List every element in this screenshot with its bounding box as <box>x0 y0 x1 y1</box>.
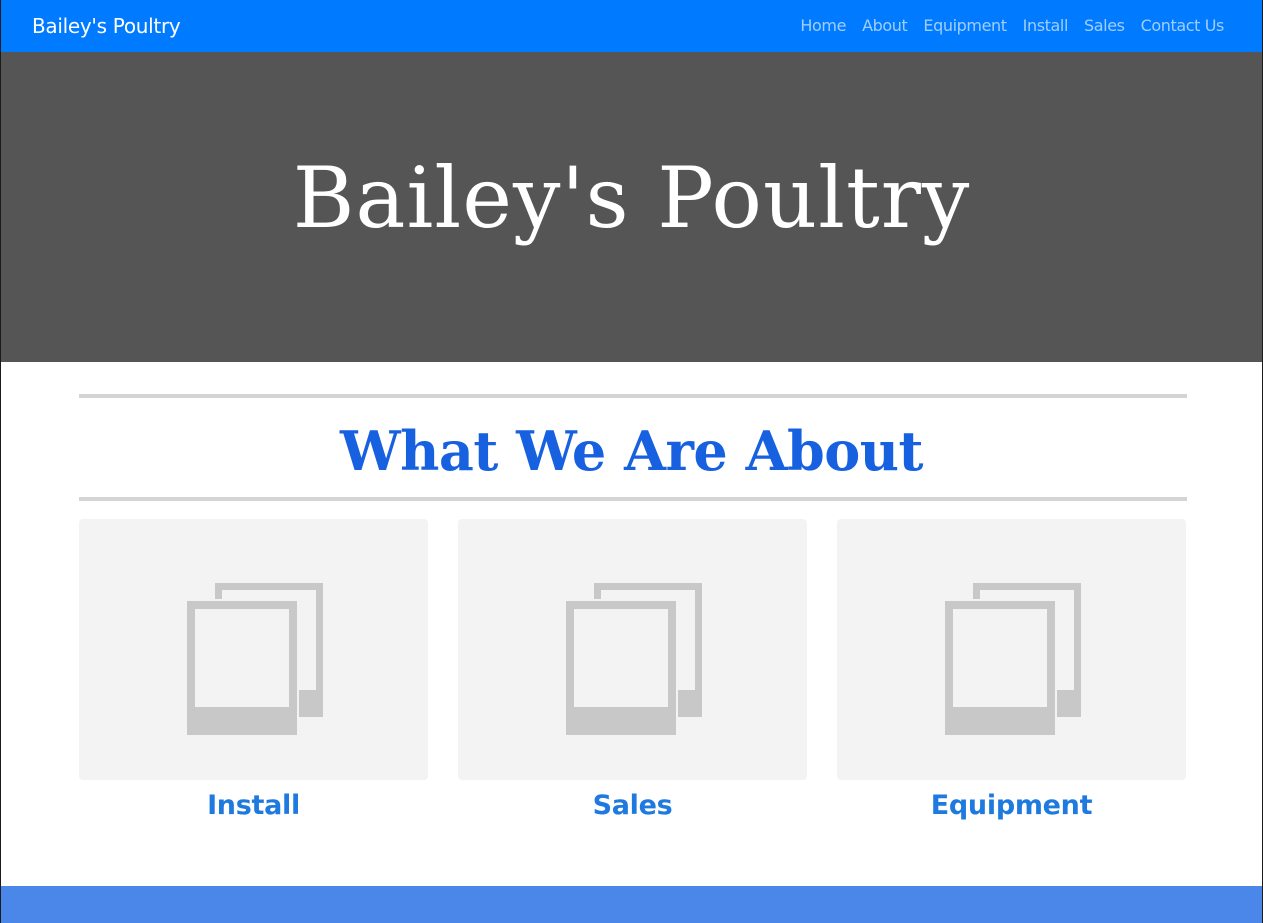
card-label-sales[interactable]: Sales <box>458 789 807 823</box>
footer-band <box>1 886 1262 923</box>
nav-link-equipment[interactable]: Equipment <box>915 16 1014 36</box>
image-placeholder-icon <box>564 583 702 737</box>
navbar: Bailey's Poultry Home About Equipment In… <box>1 0 1262 52</box>
section-title: What We Are About <box>340 419 923 483</box>
section-divider-bottom <box>79 497 1187 501</box>
nav-link-contact-us[interactable]: Contact Us <box>1133 16 1225 36</box>
card-image[interactable] <box>79 519 428 780</box>
nav-link-sales[interactable]: Sales <box>1076 16 1133 36</box>
nav-link-home[interactable]: Home <box>792 16 854 36</box>
card-label-equipment[interactable]: Equipment <box>837 789 1186 823</box>
card-image[interactable] <box>458 519 807 780</box>
nav-links: Home About Equipment Install Sales Conta… <box>792 16 1224 36</box>
brand-link[interactable]: Bailey's Poultry <box>32 14 181 38</box>
card-sales: Sales <box>458 519 807 823</box>
hero-banner: Bailey's Poultry <box>1 52 1262 362</box>
card-equipment: Equipment <box>837 519 1186 823</box>
image-placeholder-icon <box>185 583 323 737</box>
card-install: Install <box>79 519 428 823</box>
nav-link-install[interactable]: Install <box>1015 16 1076 36</box>
card-label-install[interactable]: Install <box>79 789 428 823</box>
image-placeholder-icon <box>943 583 1081 737</box>
card-image[interactable] <box>837 519 1186 780</box>
hero-title: Bailey's Poultry <box>292 149 971 247</box>
page: Bailey's Poultry Home About Equipment In… <box>0 0 1263 923</box>
section-divider-top <box>79 394 1187 398</box>
nav-link-about[interactable]: About <box>854 16 915 36</box>
